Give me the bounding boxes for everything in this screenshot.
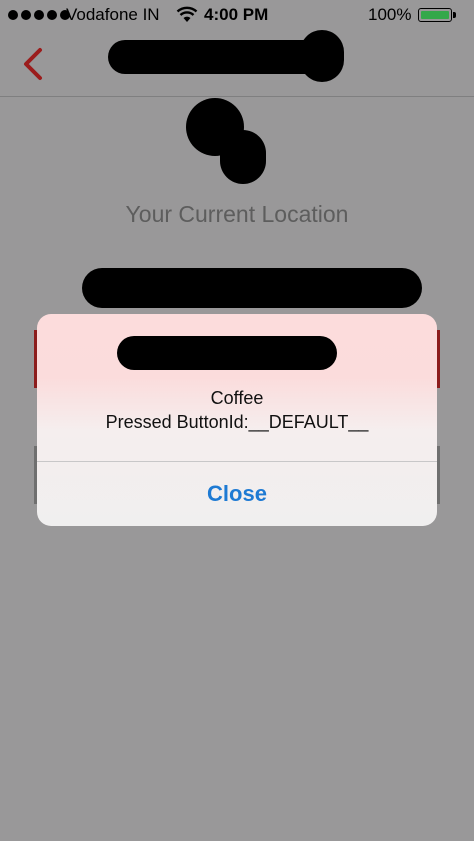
redaction-mark: [220, 130, 266, 184]
wifi-icon: [176, 6, 198, 22]
battery-percent: 100%: [368, 5, 412, 24]
redaction-mark: [300, 30, 344, 82]
alert-message: Coffee Pressed ButtonId:__DEFAULT__: [37, 386, 437, 434]
alert-title-redacted: [117, 336, 337, 370]
close-button[interactable]: Close: [37, 462, 437, 526]
location-heading: Your Current Location: [125, 201, 349, 227]
alert-message-line: Coffee: [210, 388, 264, 408]
signal-strength-icon: [8, 10, 70, 20]
battery-icon: [418, 8, 456, 22]
carrier-name: Vodafone IN: [66, 5, 160, 24]
chevron-left-icon[interactable]: [18, 40, 54, 84]
clock: 4:00 PM: [204, 5, 269, 24]
alert-message-line: Pressed ButtonId:__DEFAULT__: [105, 412, 369, 432]
alert-dialog: Coffee Pressed ButtonId:__DEFAULT__ Clos…: [37, 314, 437, 526]
redaction-mark: [82, 268, 422, 308]
status-bar: Vodafone IN 4:00 PM 100%: [0, 0, 474, 32]
